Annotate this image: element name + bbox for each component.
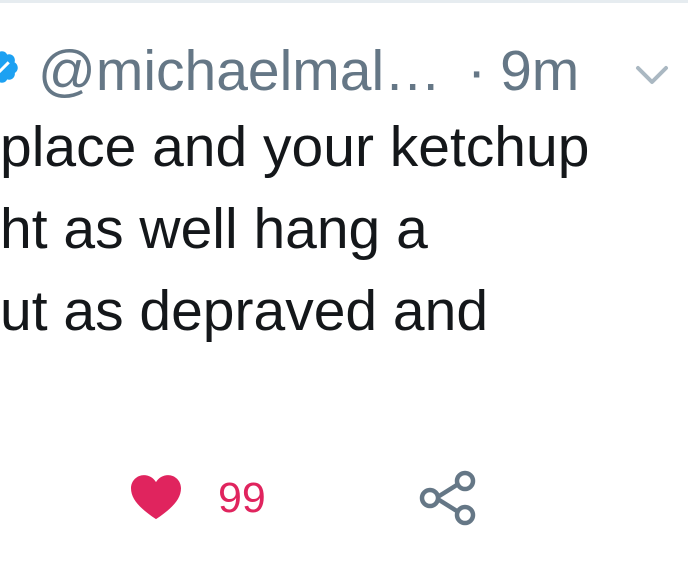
divider (0, 0, 688, 3)
like-button[interactable] (128, 468, 184, 524)
chevron-down-icon[interactable] (634, 62, 670, 88)
tweet-timestamp[interactable]: 9m (500, 36, 579, 106)
share-icon[interactable] (418, 470, 478, 526)
tweet-header: @michaelmal… · 9m (38, 36, 579, 106)
tweet-text-line: place and your ketchup (0, 115, 590, 179)
verified-badge-icon (0, 51, 18, 83)
tweet-card: @michaelmal… · 9m place and your ketchup… (0, 0, 688, 579)
header-separator: · (467, 39, 487, 103)
tweet-text-line: ut as depraved and (0, 279, 489, 343)
like-count: 99 (218, 474, 266, 522)
heart-icon (131, 475, 181, 520)
author-handle[interactable]: @michaelmal… (38, 36, 441, 106)
tweet-text-line: ht as well hang a (0, 197, 428, 261)
